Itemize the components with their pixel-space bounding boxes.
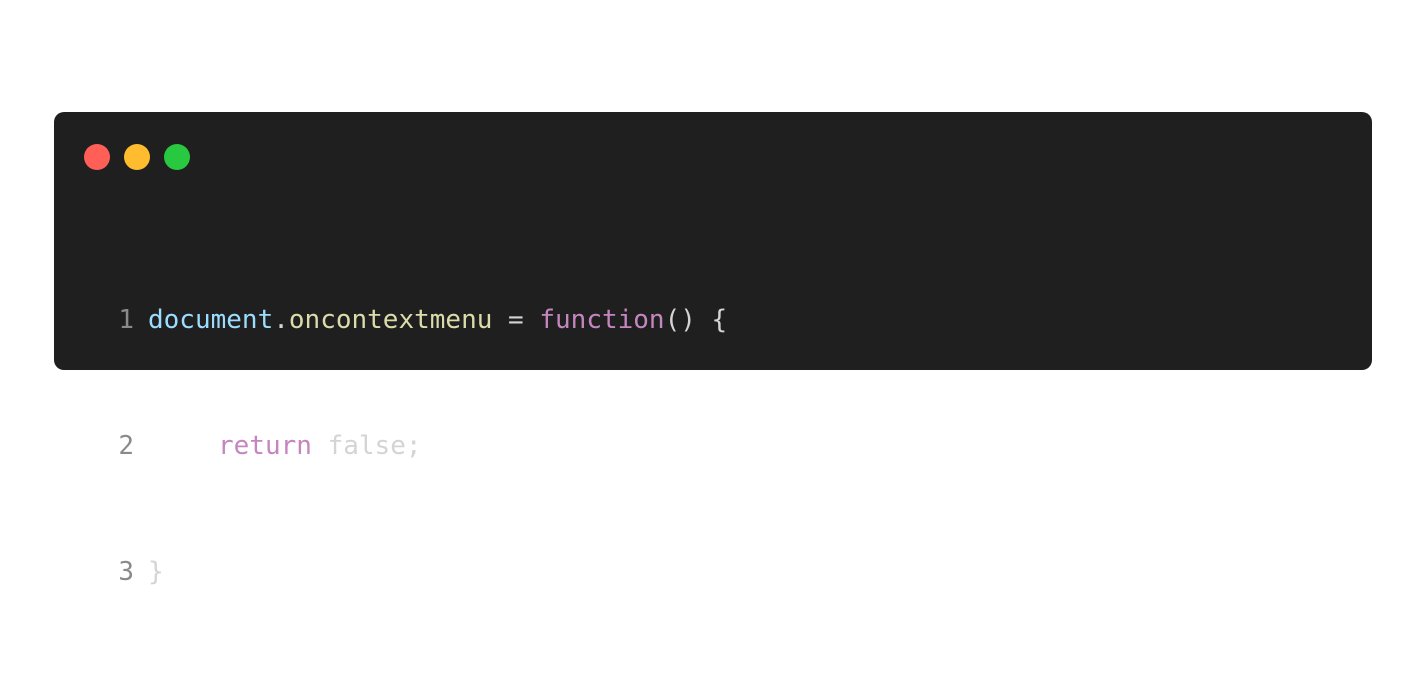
code-line: 1 document.oncontextmenu = function() {: [106, 299, 727, 341]
maximize-dot-icon[interactable]: [164, 144, 190, 170]
code-token: }: [148, 557, 164, 587]
code-token: () {: [664, 305, 728, 335]
code-line: 3}: [106, 551, 727, 593]
code-line: 2 return false;: [106, 425, 727, 467]
code-token: document: [148, 305, 274, 335]
code-token: .: [273, 305, 289, 335]
code-token: function: [539, 305, 665, 335]
minimize-dot-icon[interactable]: [124, 144, 150, 170]
line-number: 2: [118, 431, 134, 461]
code-token: oncontextmenu: [288, 305, 493, 335]
close-dot-icon[interactable]: [84, 144, 110, 170]
code-window: 1 document.oncontextmenu = function() { 2…: [54, 112, 1372, 587]
line-number: 3: [118, 557, 134, 587]
code-token: return: [218, 431, 312, 461]
code-token: false;: [311, 431, 422, 461]
line-number: 1: [118, 305, 134, 335]
code-block: 1 document.oncontextmenu = function() { 2…: [106, 215, 727, 677]
code-token: =: [492, 305, 540, 335]
